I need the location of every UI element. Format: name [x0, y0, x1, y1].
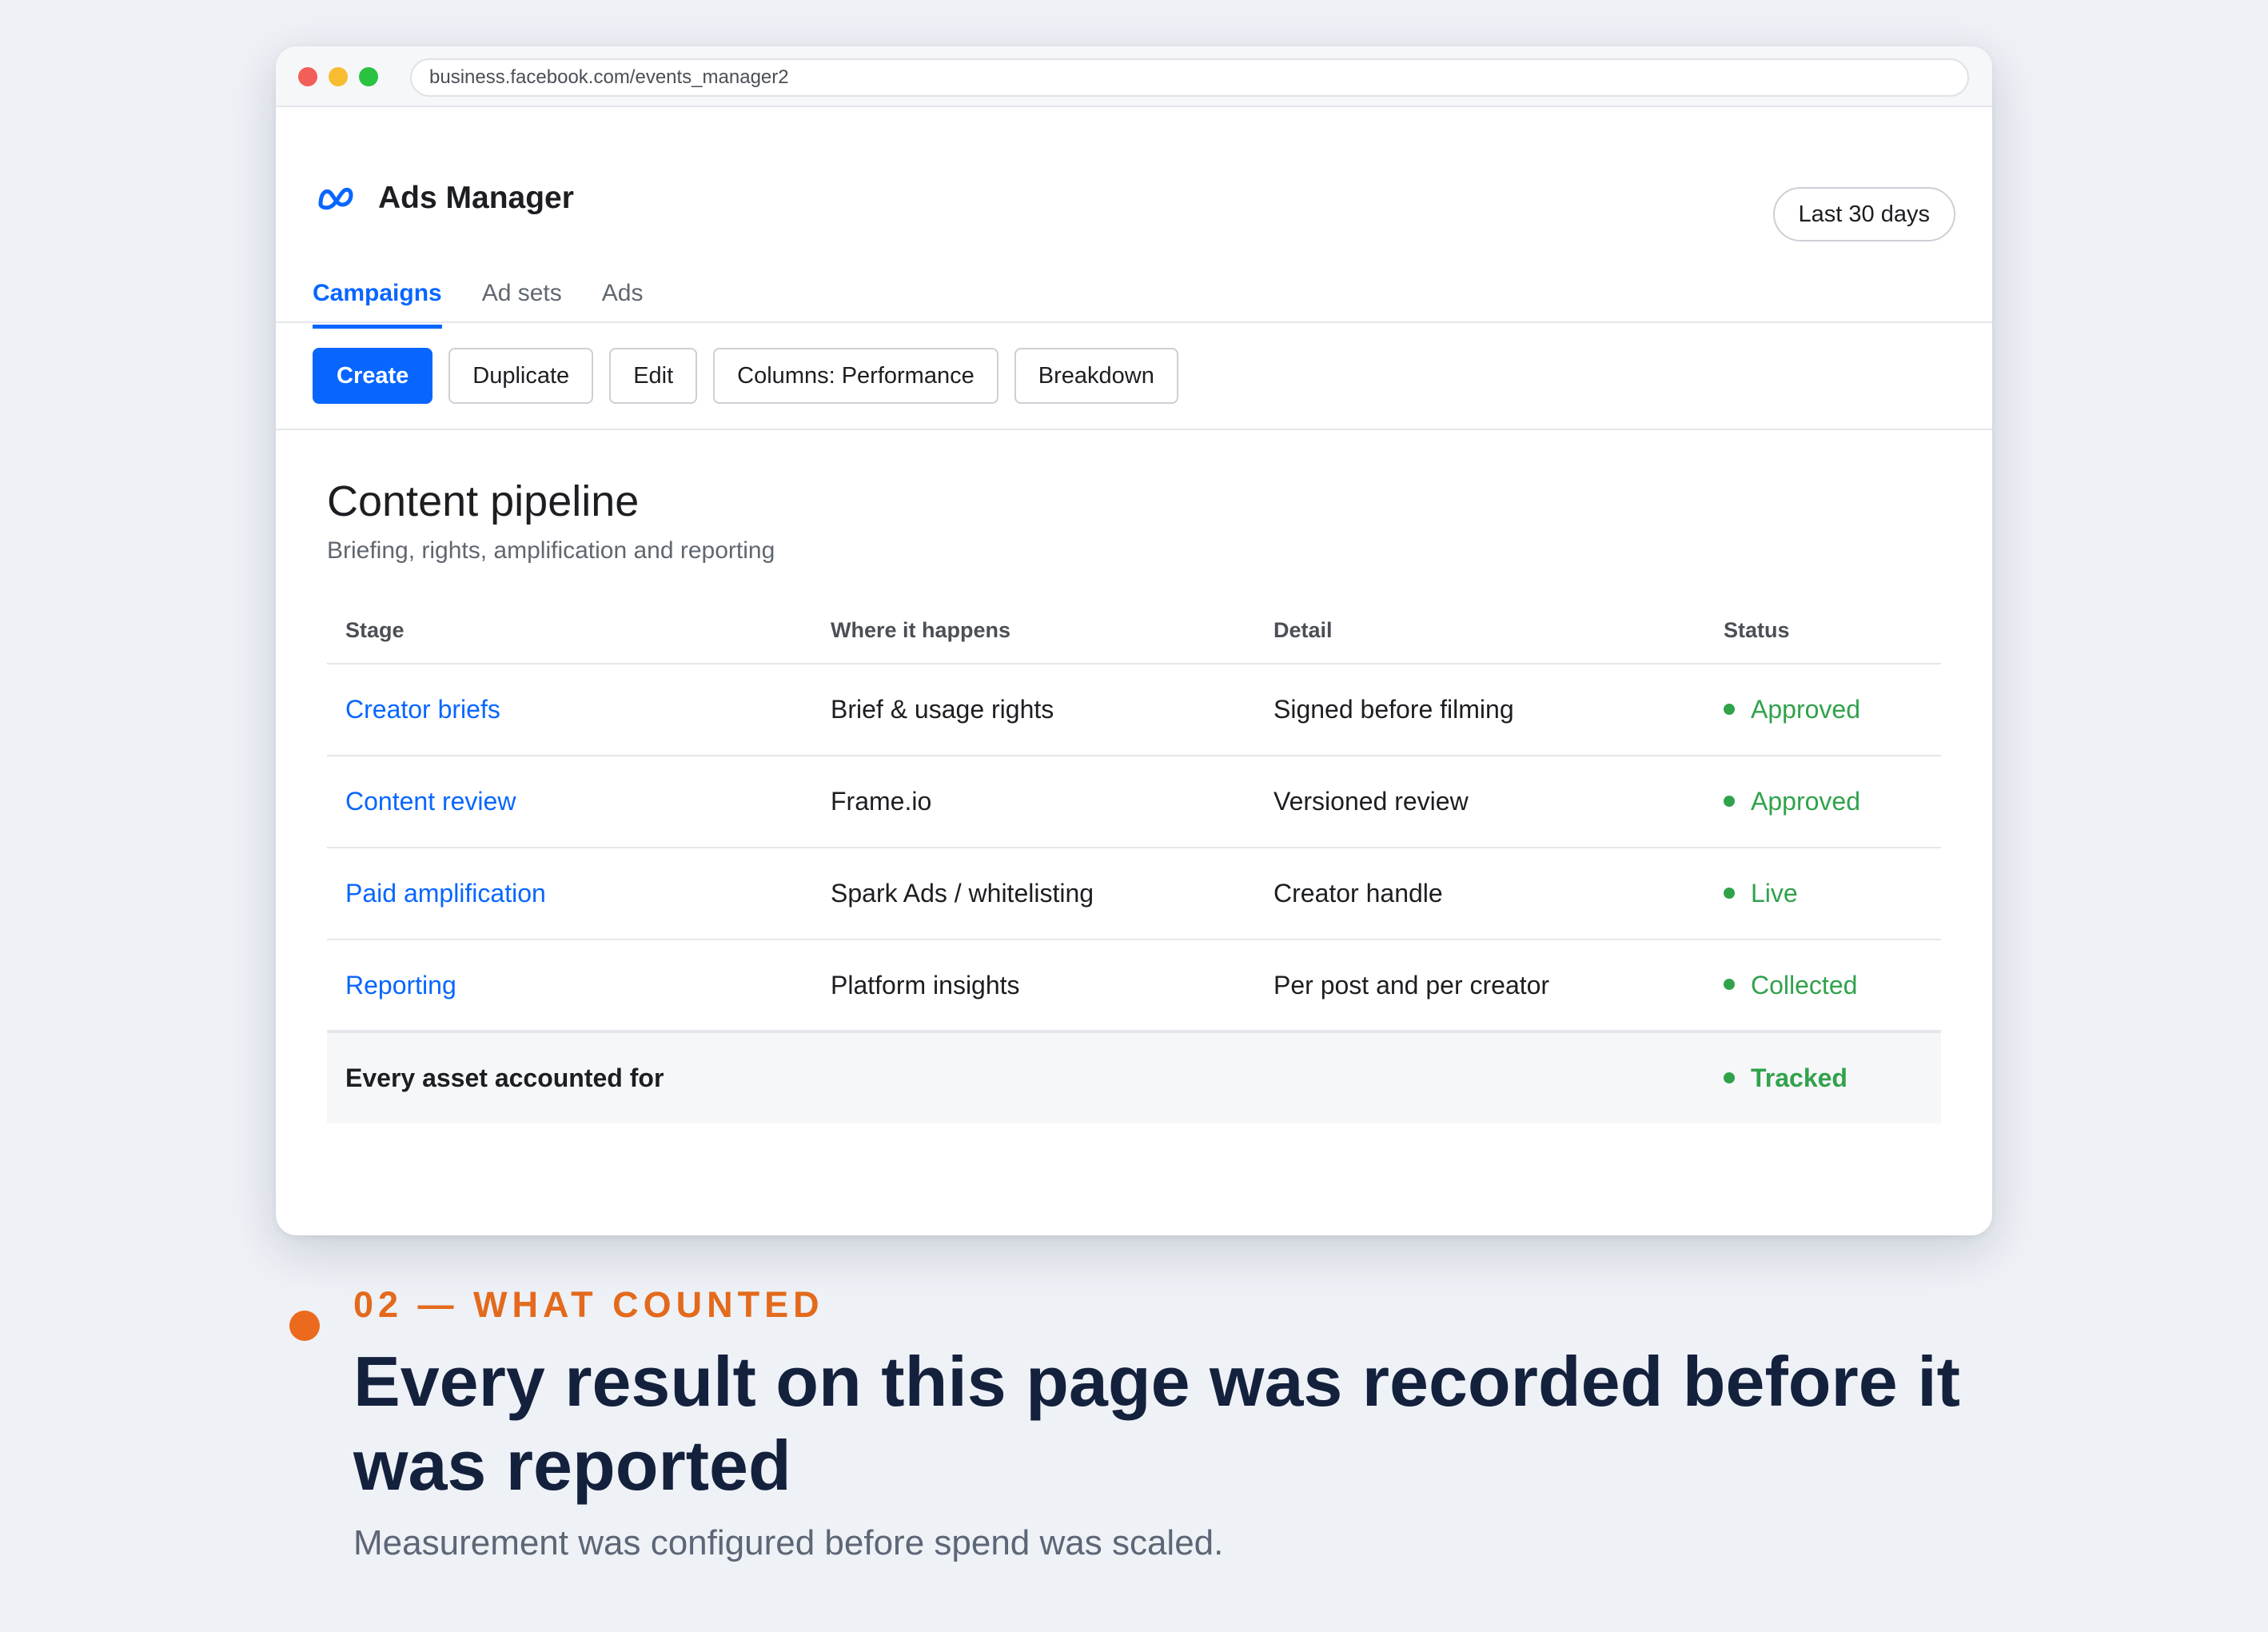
maximize-window-button[interactable] [359, 67, 378, 86]
create-button[interactable]: Create [313, 348, 433, 404]
status-dot-icon [1724, 887, 1735, 899]
status-label: Approved [1751, 787, 1860, 816]
where-cell: Frame.io [812, 756, 1255, 848]
column-header-status[interactable]: Status [1705, 598, 1941, 664]
date-range-selector[interactable]: Last 30 days [1772, 187, 1955, 241]
app-header: Ads Manager Last 30 days Campaigns Ad se… [276, 107, 1992, 329]
minimize-window-button[interactable] [329, 67, 348, 86]
status-dot-icon [1724, 795, 1735, 807]
status-cell: Approved [1705, 664, 1941, 756]
detail-cell: Versioned review [1255, 756, 1705, 848]
table-row: Reporting Platform insights Per post and… [327, 940, 1941, 1032]
status-dot-icon [1724, 1071, 1735, 1083]
where-cell: Platform insights [812, 940, 1255, 1032]
status-cell: Collected [1705, 940, 1941, 1032]
caption-headline: Every result on this page was recorded b… [353, 1342, 1960, 1505]
summary-row: Every asset accounted for Tracked [327, 1030, 1941, 1123]
status-label: Live [1751, 879, 1798, 908]
edit-button[interactable]: Edit [609, 348, 698, 404]
orange-bullet-icon [289, 1311, 320, 1341]
summary-empty-cell [812, 1030, 1255, 1123]
column-header-stage[interactable]: Stage [327, 598, 812, 664]
summary-status-label: Tracked [1751, 1063, 1847, 1092]
detail-cell: Per post and per creator [1255, 940, 1705, 1032]
summary-status-cell: Tracked [1705, 1030, 1941, 1123]
stage-link[interactable]: Content review [327, 756, 812, 848]
status-label: Collected [1751, 970, 1858, 1000]
address-bar[interactable]: business.facebook.com/events_manager2 [410, 58, 1969, 97]
app-title: Ads Manager [378, 181, 574, 215]
where-cell: Spark Ads / whitelisting [812, 848, 1255, 940]
summary-label: Every asset accounted for [327, 1030, 812, 1123]
caption-eyebrow: 02 — WHAT COUNTED [353, 1284, 824, 1325]
table-header-row: Stage Where it happens Detail Status [327, 598, 1941, 664]
stage-link[interactable]: Creator briefs [327, 664, 812, 756]
detail-cell: Signed before filming [1255, 664, 1705, 756]
tab-bar: Campaigns Ad sets Ads [313, 280, 643, 329]
column-header-detail[interactable]: Detail [1255, 598, 1705, 664]
caption-subline: Measurement was configured before spend … [353, 1523, 1224, 1562]
stage-link[interactable]: Reporting [327, 940, 812, 1032]
toolbar: Create Duplicate Edit Columns: Performan… [276, 323, 1992, 430]
browser-window: business.facebook.com/events_manager2 Ad… [276, 46, 1992, 1235]
status-cell: Approved [1705, 756, 1941, 848]
table-row: Paid amplification Spark Ads / whitelist… [327, 848, 1941, 940]
where-cell: Brief & usage rights [812, 664, 1255, 756]
page-title: Content pipeline [327, 477, 640, 525]
status-cell: Live [1705, 848, 1941, 940]
meta-logo-icon [318, 187, 353, 210]
tab-ads[interactable]: Ads [602, 280, 644, 329]
status-dot-icon [1724, 703, 1735, 715]
tab-campaigns[interactable]: Campaigns [313, 280, 442, 329]
tab-ad-sets[interactable]: Ad sets [482, 280, 562, 329]
close-window-button[interactable] [298, 67, 317, 86]
table-row: Creator briefs Brief & usage rights Sign… [327, 664, 1941, 756]
stage-link[interactable]: Paid amplification [327, 848, 812, 940]
column-header-where[interactable]: Where it happens [812, 598, 1255, 664]
breakdown-button[interactable]: Breakdown [1014, 348, 1178, 404]
status-dot-icon [1724, 979, 1735, 991]
table-row: Content review Frame.io Versioned review… [327, 756, 1941, 848]
detail-cell: Creator handle [1255, 848, 1705, 940]
summary-empty-cell [1255, 1030, 1705, 1123]
pipeline-table: Stage Where it happens Detail Status Cre… [327, 598, 1941, 1123]
main-content: Content pipeline Briefing, rights, ampli… [276, 430, 1992, 1123]
duplicate-button[interactable]: Duplicate [448, 348, 594, 404]
page-subtitle: Briefing, rights, amplification and repo… [327, 537, 775, 564]
status-label: Approved [1751, 695, 1860, 724]
columns-button[interactable]: Columns: Performance [713, 348, 998, 404]
browser-chrome: business.facebook.com/events_manager2 [276, 46, 1992, 107]
